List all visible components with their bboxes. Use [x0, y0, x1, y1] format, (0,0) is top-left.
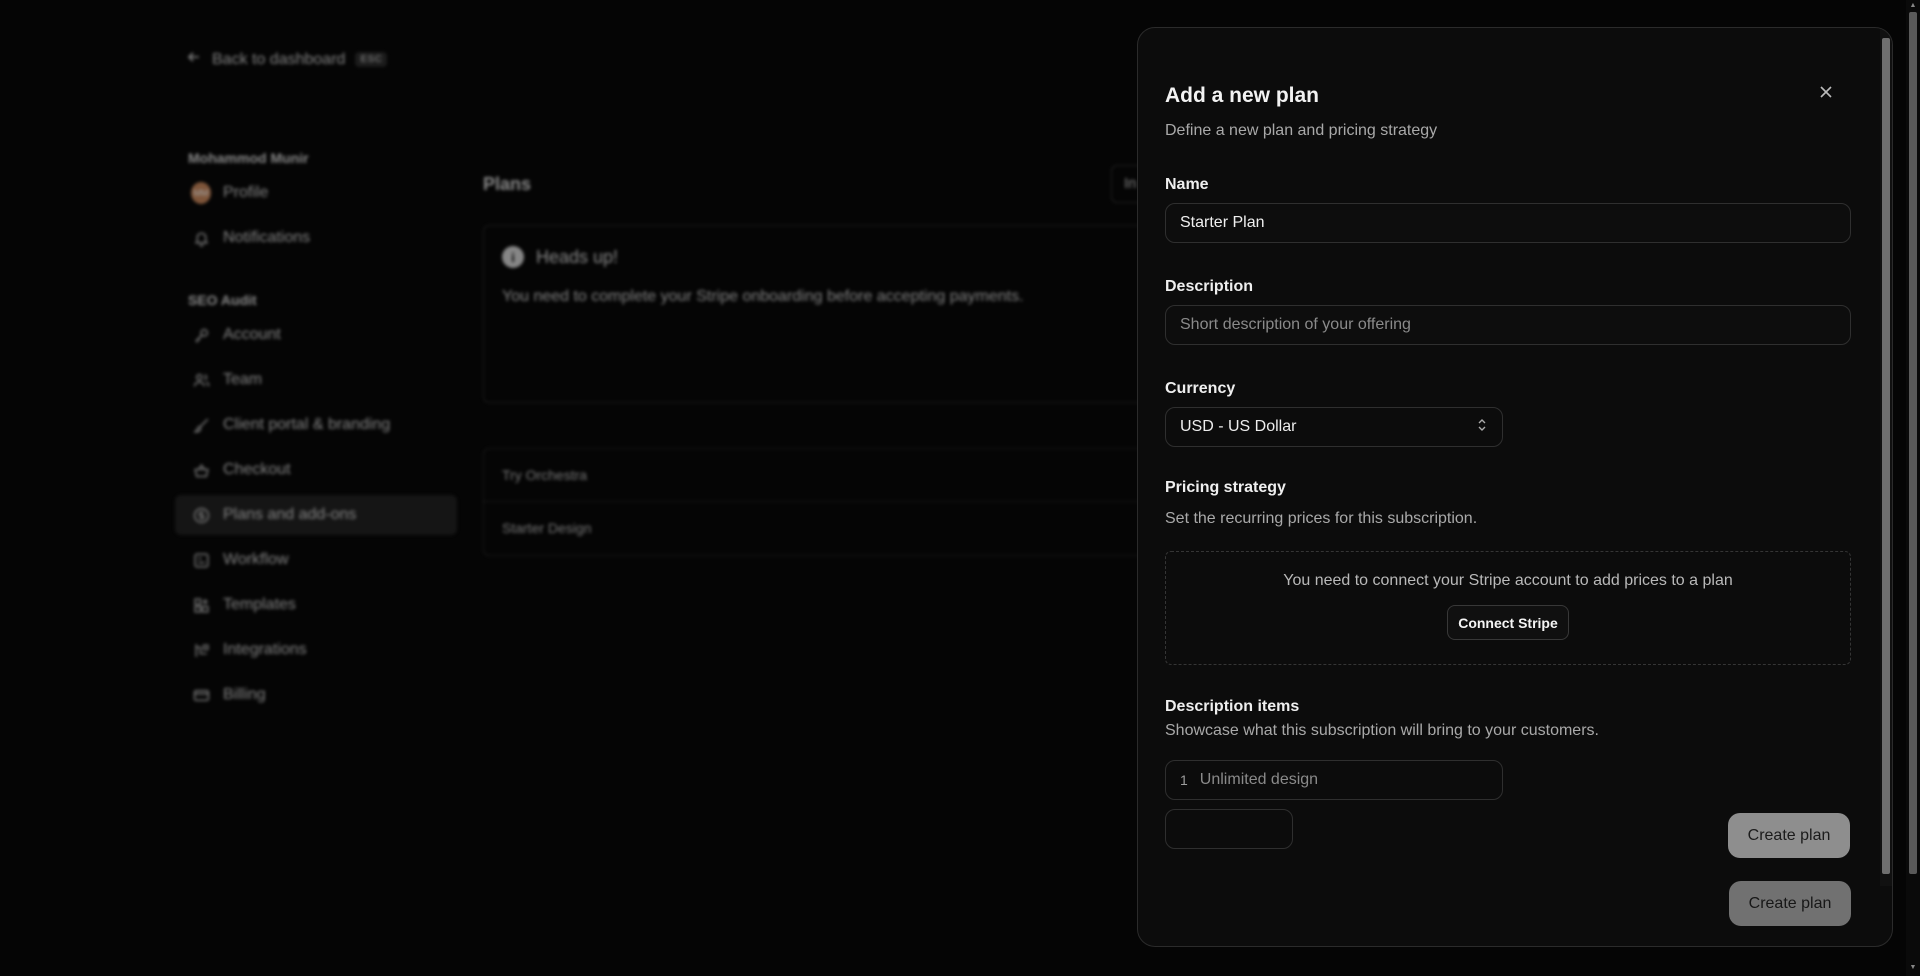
integrations-icon [191, 640, 211, 660]
sidebar-item-plans-and-addons[interactable]: Plans and add-ons [175, 495, 457, 535]
plan-row[interactable]: Try Orchestra [484, 449, 1182, 502]
sidebar-item-label: Checkout [223, 461, 291, 478]
sidebar-item-label: Billing [223, 686, 266, 703]
sidebar-item-account[interactable]: Account [175, 315, 457, 355]
sidebar-item-label: Account [223, 326, 281, 343]
currency-value: USD - US Dollar [1180, 418, 1297, 435]
create-plan-button[interactable]: Create plan [1728, 813, 1850, 858]
sidebar-item-label: Workflow [223, 551, 289, 568]
currency-label: Currency [1165, 380, 1236, 397]
description-label: Description [1165, 278, 1254, 295]
sheet-scroll-area: Add a new plan Define a new plan and pri… [1138, 28, 1878, 886]
sidebar-item-client-portal[interactable]: Client portal & branding [175, 405, 457, 445]
sidebar-item-label: Notifications [223, 229, 311, 246]
sheet-scrollbar-thumb[interactable] [1882, 38, 1890, 874]
arrow-left-icon [186, 49, 202, 70]
back-to-dashboard-link[interactable]: Back to dashboard ESC [186, 49, 388, 70]
sidebar-item-profile[interactable]: MM Profile [175, 173, 457, 213]
description-items-help: Showcase what this subscription will bri… [1165, 722, 1599, 739]
add-description-item-button[interactable] [1165, 809, 1293, 849]
description-item-input[interactable]: 1 Unlimited design [1165, 760, 1503, 800]
sidebar-item-integrations[interactable]: Integrations [175, 630, 457, 670]
plan-name-input[interactable] [1165, 203, 1851, 243]
sidebar-item-label: Team [223, 371, 263, 388]
close-icon[interactable] [1815, 81, 1837, 103]
sidebar-item-billing[interactable]: Billing [175, 675, 457, 715]
page-scrollbar-thumb[interactable] [1909, 12, 1917, 874]
templates-icon [191, 595, 211, 615]
name-label: Name [1165, 176, 1209, 193]
users-icon [191, 370, 211, 390]
back-link-label: Back to dashboard [212, 50, 346, 68]
sidebar-item-checkout[interactable]: Checkout [175, 450, 457, 490]
esc-key-badge: ESC [355, 52, 388, 67]
card-icon [191, 685, 211, 705]
sheet-title: Add a new plan [1165, 84, 1320, 107]
sidebar-group-user: Mohammod Munir [188, 150, 309, 166]
basket-icon [191, 460, 211, 480]
plans-list: Try Orchestra Starter Design [483, 448, 1183, 556]
alert-text: You need to complete your Stripe onboard… [502, 288, 1024, 305]
plan-row[interactable]: Starter Design [484, 502, 1182, 555]
scroll-up-arrow-icon[interactable]: ▲ [1908, 2, 1918, 10]
sidebar-item-label: Plans and add-ons [223, 506, 357, 523]
page-scrollbar[interactable]: ▲ ▼ [1906, 0, 1920, 976]
sidebar-item-label: Templates [223, 596, 296, 613]
connect-stripe-button[interactable]: Connect Stripe [1447, 605, 1569, 640]
sidebar-item-team[interactable]: Team [175, 360, 457, 400]
scroll-down-arrow-icon[interactable]: ▼ [1908, 964, 1918, 972]
alert-title: Heads up! [536, 246, 619, 267]
currency-select[interactable]: USD - US Dollar [1165, 407, 1503, 447]
description-items-title: Description items [1165, 698, 1300, 715]
add-plan-sheet: Create plan Add a new plan Define a new … [1137, 27, 1893, 947]
sidebar-item-label: Integrations [223, 641, 307, 658]
workflow-icon [191, 550, 211, 570]
sidebar-item-label: Profile [223, 184, 269, 201]
chevron-up-down-icon [1476, 418, 1488, 437]
plans-page-title: Plans [483, 174, 532, 194]
stripe-onboarding-alert: i Heads up! You need to complete your St… [483, 225, 1183, 403]
brush-icon [191, 415, 211, 435]
pricing-strategy-title: Pricing strategy [1165, 479, 1286, 496]
sidebar-item-label: Client portal & branding [223, 416, 391, 433]
plan-description-input[interactable] [1165, 305, 1851, 345]
dollar-circle-icon [191, 505, 211, 525]
stripe-connect-panel: You need to connect your Stripe account … [1165, 551, 1851, 665]
sidebar-item-notifications[interactable]: Notifications [175, 218, 457, 258]
sheet-scrollbar[interactable] [1880, 28, 1892, 886]
sidebar-group-workspace: SEO Audit [188, 292, 257, 308]
description-item-placeholder: Unlimited design [1199, 771, 1319, 788]
key-icon [191, 325, 211, 345]
bell-icon [191, 228, 211, 248]
settings-sidebar: Mohammod Munir MM Profile Notifications … [175, 148, 457, 715]
description-item-number: 1 [1180, 772, 1188, 788]
avatar: MM [191, 182, 211, 204]
pricing-strategy-help: Set the recurring prices for this subscr… [1165, 510, 1478, 527]
sidebar-item-workflow[interactable]: Workflow [175, 540, 457, 580]
create-plan-button-duplicate[interactable]: Create plan [1729, 881, 1851, 926]
info-icon: i [502, 246, 524, 268]
sidebar-item-templates[interactable]: Templates [175, 585, 457, 625]
sheet-subtitle: Define a new plan and pricing strategy [1165, 122, 1438, 139]
stripe-connect-message: You need to connect your Stripe account … [1283, 572, 1733, 589]
